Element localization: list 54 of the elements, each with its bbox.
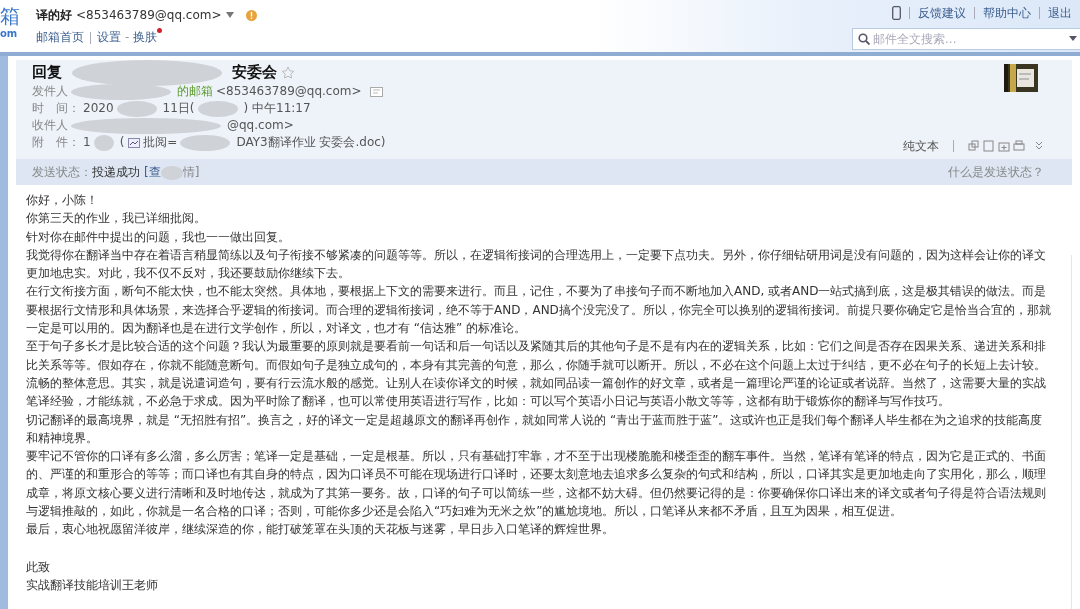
body-paragraph: 切记翻译的最高境界，就是 “无招胜有招”。换言之，好的译文一定是超越原文的翻译再创作，就如同常人说的 “青出于蓝而胜于蓝”。这或许也正是我们每个翻译人毕生都在为之追求的技能高度和精神境界。 [26, 411, 1044, 447]
field-label: 收件人 [32, 117, 68, 134]
search-field[interactable]: 邮件全文搜索... [852, 28, 1080, 50]
redaction-mark [160, 165, 183, 180]
field-value: ) 中午11:17 [243, 100, 311, 117]
details-link[interactable]: 情] [182, 165, 200, 179]
subject-prefix: 回复 [32, 62, 62, 84]
status-label: 发送状态： [32, 165, 92, 179]
link-separator: - [125, 30, 130, 44]
body-paragraph: 在行文衔接方面，断句不能太快，也不能太突然。具体地，要根据上下文的需要来进行。而且，记住，不要为了串接句子而不断地加入AND, 或者AND一站式搞到底，这是极其错误的做法。而是要根据行文情形和具体场景，来选择合乎逻辑的衔接词。而合理的逻辑衔接词，绝不等于AND，AND搞个没完没了。所以，你完全可以换别的逻辑衔接词。前提只要你确定它是恰当合宜的，那就一定是可以用的。因为翻译也是在进行文学创作，所以，对译文，也才有 “信达雅” 的标准论。 [26, 283, 1051, 338]
body-paragraph: 你第三天的作业，我已详细批阅。 [26, 210, 207, 228]
plain-text-link[interactable]: 纯文本 [903, 137, 939, 155]
contact-card-icon[interactable] [369, 86, 383, 97]
signature: 实战翻译技能培训王老师 [26, 576, 159, 594]
header-link[interactable]: 邮箱首页 [36, 30, 84, 44]
subject-text: 安委会 [232, 62, 277, 84]
dropdown-caret-icon[interactable] [225, 12, 234, 18]
help-link[interactable]: 什么是发送状态？ [948, 163, 1044, 181]
status-value: 投递成功 [92, 165, 140, 179]
field-label: 附 件： [32, 134, 80, 151]
header-link[interactable]: 换肤 [133, 30, 158, 44]
logo: 箱 om [0, 3, 21, 41]
field-label: 时 间： [32, 100, 80, 117]
header-link[interactable]: 设置 [97, 30, 121, 44]
field-value: 2020 [83, 100, 114, 117]
header-link[interactable]: 反馈建议 [918, 4, 966, 22]
field-label: 发件人 [32, 83, 68, 100]
field-value: @qq.com> [227, 117, 294, 134]
field-value: DAY3翻译作业 安委会.doc) [236, 134, 386, 151]
body-paragraph: 要牢记不管你的口译有多么溜，多么厉害；笔译一定是基础，一定是根基。所以，只有基础打牢靠，才不至于出现楼脆脆和楼歪歪的翻车事件。当然，笔译有笔译的特点，因为它是正式的、书面的、严谨的和重形合的等等；而口译也有其自身的特点，因为口译员不可能在现场进行口译时，还要太刻意地去追求多么复杂的句式和结构，所以，口译其实是更加地走向了实用化，那么，顺理成章，将原文核心要义进行清晰和及时地传达，就成为了其第一要务。故，口译的句子可以简练一些，这都不妨大碍。但仍然要记得的是：你要确保你口译出来的译文或者句子得是符合语法规则与逻辑推敲的，如此，你就是一名合格的口译；否则，可能你多少还是会陷入“巧妇难为无米之炊”的尴尬境地。所以，口笔译从来都不矛盾，且互为因果，相互促进。 [26, 448, 1047, 521]
body-paragraph: 你好，小陈！ [26, 192, 99, 209]
sender-name: 的邮箱 [177, 83, 213, 100]
account-name: 译的好 [36, 7, 72, 24]
body-paragraph: 我觉得你在翻译当中存在着语言稍显简练以及句子衔接不够紧凑的问题等等。所以，在逻辑衔接词的合理选用上，一定要下点功夫。另外，你仔细钻研用词是没有问题的，因为这样会让你的译文更加地忠实。对此，我不仅不反对，我还要鼓励你继续下去。 [26, 246, 1047, 283]
search-icon [858, 33, 870, 45]
info-icon[interactable] [245, 9, 257, 21]
field-value: 1 [83, 134, 91, 151]
field-value: 批阅= [143, 134, 178, 151]
details-link[interactable]: [查 [144, 165, 161, 179]
closing-text: 此致 [26, 558, 51, 576]
star-icon[interactable] [281, 65, 295, 80]
phone-icon[interactable] [892, 6, 901, 20]
body-paragraph: 针对你在邮件中提出的问题，我也一一做出回复。 [26, 228, 291, 246]
dropdown-caret-icon[interactable] [1068, 36, 1078, 42]
field-value: 11日( [162, 100, 195, 117]
field-value: <853463789@qq.com> [216, 83, 362, 100]
body-paragraph: 流畅的整体意思。其实，就是说遣词造句，要有行云流水般的感觉。让别人在读你译文的时候，就如同品读一篇创作的好文章，或者是一篇理论严谨的论证或者说辞。当然了，这需要大量的实战笔译经验，才能练就，不必急于求成。因为平时除了翻译，也可以常使用英语进行写作，比如：可以写个英语小日记与英语小散文等等，这都有助于锻炼你的翻译与写作技巧。 [26, 374, 1047, 411]
header-link[interactable]: 退出 [1048, 4, 1072, 22]
field-value: ( [119, 134, 125, 151]
account-email: <853463789@qq.com> [76, 7, 222, 24]
attachment-icon [128, 137, 141, 148]
header-link[interactable]: 帮助中心 [983, 4, 1031, 22]
body-paragraph: 至于句子多长才是比较合适的这个问题？我认为最重要的原则就是要看前一句话和后一句话以及紧随其后的其他句子是不是有内在的逻辑关系，比如：它们之间是否存在因果关系、递进关系和排比关系等等。假如存在，你就不能随意断句。而假如句子是独立成句的，本身有其完善的句意，那么，你随手就可以断开。所以，不必在这个问题上太过于纠结，更不必在句子的长短上去计较。 [26, 338, 1047, 374]
body-paragraph: 最后，衷心地祝愿留洋彼岸，继续深造的你，能打破笼罩在头顶的天花板与迷雾，早日步入口笔译的辉煌世界。 [26, 521, 615, 539]
